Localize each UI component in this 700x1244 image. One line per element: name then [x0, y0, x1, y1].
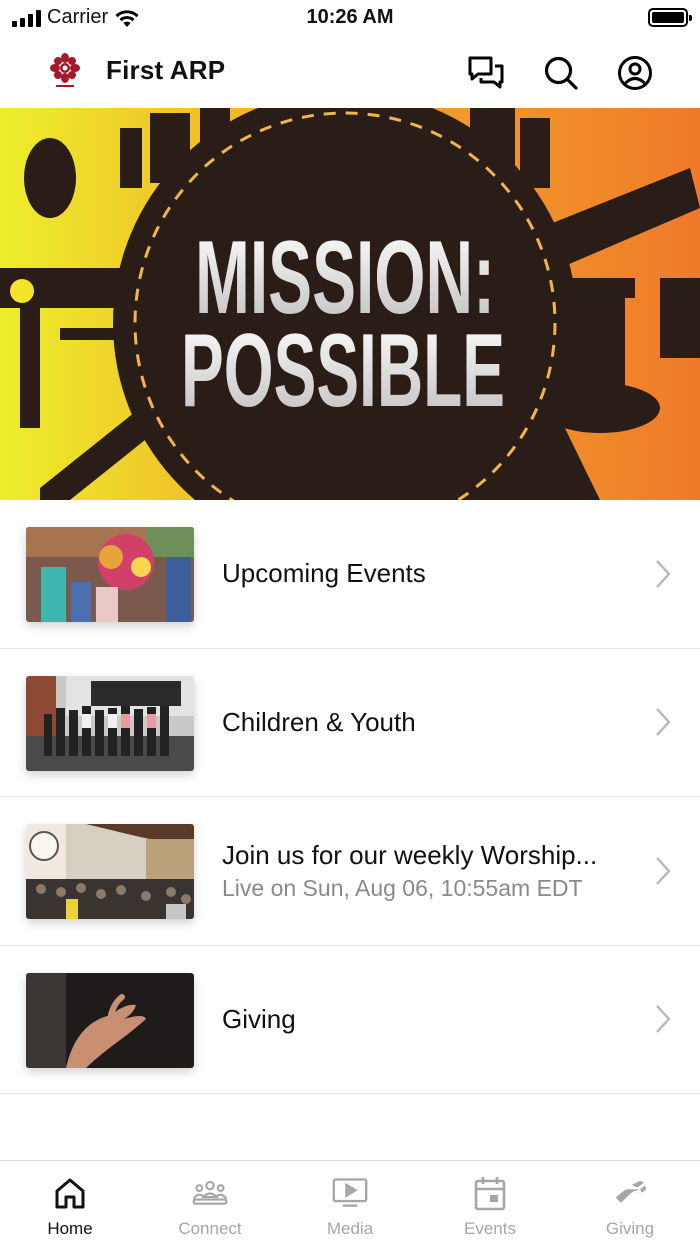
list-item-text: Join us for our weekly Worship... Live o…: [222, 797, 630, 945]
tab-label: Home: [47, 1219, 93, 1238]
list-item-children-youth[interactable]: Children & Youth: [0, 649, 700, 797]
messages-button[interactable]: [466, 53, 506, 93]
worship-thumbnail: [26, 824, 194, 919]
search-button[interactable]: [541, 53, 581, 93]
status-bar: Carrier 10:26 AM: [0, 0, 700, 36]
user-circle-icon: [618, 56, 652, 90]
list-item-title: Children & Youth: [222, 706, 416, 737]
giving-thumbnail: [26, 972, 194, 1068]
hero-line2: POSSIBLE: [181, 313, 505, 429]
chevron-right-icon: [656, 856, 671, 885]
app-title: First ARP: [106, 55, 226, 85]
children-youth-thumbnail: [26, 675, 194, 771]
chevron-right-icon: [656, 708, 671, 737]
tab-events[interactable]: Events: [420, 1161, 560, 1244]
chevron-right-icon: [656, 1005, 671, 1034]
tab-connect[interactable]: Connect: [140, 1161, 280, 1244]
list-item-worship[interactable]: Join us for our weekly Worship... Live o…: [0, 797, 700, 946]
church-logo: [50, 53, 80, 87]
list-item-text: Giving: [222, 946, 630, 1094]
tab-label: Media: [326, 1219, 374, 1238]
profile-button[interactable]: [615, 53, 655, 93]
list-item-text: Children & Youth: [222, 649, 630, 797]
list-item-subtitle: Live on Sun, Aug 06, 10:55am EDT: [222, 874, 583, 901]
calendar-icon: [474, 1177, 506, 1211]
tab-bar: Home Connect Media Events Giving: [0, 1160, 700, 1244]
upcoming-events-thumbnail: [26, 527, 194, 622]
list-item-title: Giving: [222, 1003, 296, 1034]
list-item-upcoming-events[interactable]: Upcoming Events: [0, 500, 700, 649]
tab-giving[interactable]: Giving: [560, 1161, 700, 1244]
tv-play-icon: [332, 1178, 368, 1207]
giving-hand-icon: [615, 1181, 647, 1203]
list-item-giving[interactable]: Giving: [0, 946, 700, 1094]
tab-label: Giving: [605, 1219, 655, 1238]
status-time: 10:26 AM: [306, 6, 394, 28]
home-icon: [55, 1178, 85, 1209]
tab-label: Connect: [178, 1219, 242, 1238]
people-icon: [192, 1180, 228, 1205]
list-item-text: Upcoming Events: [222, 500, 630, 648]
hero-banner[interactable]: MISSION: POSSIBLE: [0, 108, 700, 500]
hero-graphic: MISSION: POSSIBLE: [0, 108, 700, 500]
battery-icon: [648, 8, 692, 27]
chat-bubbles-icon: [468, 56, 504, 89]
search-icon: [544, 56, 578, 90]
app-header: First ARP: [0, 36, 700, 108]
list-item-title: Join us for our weekly Worship...: [222, 839, 598, 870]
list-item-title: Upcoming Events: [222, 558, 426, 589]
chevron-right-icon: [656, 559, 671, 588]
content-list: Upcoming Events Children & Youth Join us…: [0, 500, 700, 1094]
tab-media[interactable]: Media: [280, 1161, 420, 1244]
tab-label: Events: [464, 1219, 516, 1238]
tab-home[interactable]: Home: [0, 1161, 140, 1244]
